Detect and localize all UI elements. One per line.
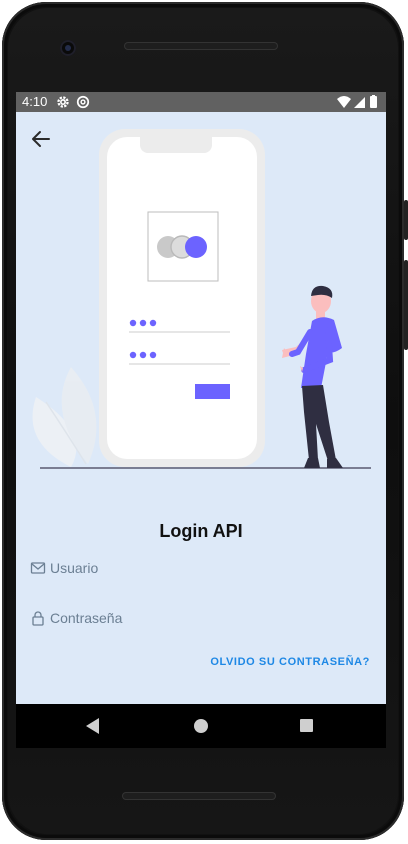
password-input[interactable] (50, 606, 360, 630)
plant-illustration (32, 367, 97, 467)
nav-home-icon[interactable] (194, 719, 208, 733)
username-input[interactable] (50, 556, 360, 580)
nav-recents-icon[interactable] (300, 719, 313, 732)
system-nav-bar (16, 704, 386, 748)
front-camera (60, 40, 76, 56)
power-button (404, 200, 408, 240)
volume-button (404, 260, 408, 350)
mail-icon (30, 562, 46, 574)
status-right-icons (337, 95, 377, 108)
lock-icon (32, 611, 44, 626)
bottom-speaker (122, 792, 276, 800)
status-bar: 4:10 (16, 92, 386, 112)
at-sign-icon (76, 95, 90, 109)
forgot-password-link[interactable]: OLVIDO SU CONTRASEÑA? (210, 656, 370, 668)
person-illustration (282, 285, 343, 468)
wifi-icon (337, 96, 351, 108)
gear-icon (57, 96, 69, 108)
username-field[interactable] (30, 556, 370, 580)
login-illustration (32, 129, 371, 469)
page-title: Login API (159, 521, 243, 541)
battery-icon (370, 96, 377, 108)
signal-icon (354, 97, 365, 108)
status-time: 4:10 (22, 94, 48, 109)
password-field[interactable] (30, 606, 370, 630)
top-speaker (124, 42, 278, 50)
submit-illustration (195, 384, 230, 399)
screen: 4:10 Login API Usuario OLVIDO SU CONTRAS… (16, 92, 386, 704)
nav-back-icon[interactable] (86, 718, 99, 734)
